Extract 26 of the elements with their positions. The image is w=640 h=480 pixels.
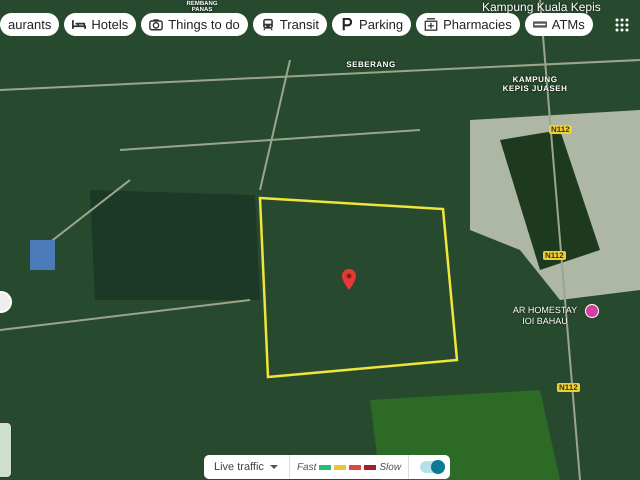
traffic-toggle[interactable] — [420, 461, 444, 473]
caret-icon — [270, 465, 278, 469]
grid-icon[interactable] — [615, 18, 629, 32]
road-shield: N112 — [549, 125, 572, 134]
camera-icon — [149, 18, 164, 31]
bed-icon — [72, 18, 86, 31]
category-chip[interactable]: aurants — [0, 13, 60, 36]
place-label: Kampung Kuala Kepis — [482, 0, 601, 14]
medical-cross-icon — [424, 18, 438, 31]
category-chip[interactable]: Transit — [252, 13, 328, 36]
category-chip[interactable]: Pharmacies — [416, 13, 520, 36]
parking-icon — [340, 18, 354, 31]
slow-label: Slow — [379, 462, 402, 472]
category-chip[interactable]: Parking — [332, 13, 412, 36]
area-label: SEBERANG — [345, 60, 397, 69]
poi-label[interactable]: AR HOMESTAY IOI BAHAU — [510, 305, 580, 327]
fast-label: Fast — [296, 462, 316, 472]
train-icon — [260, 18, 275, 31]
category-chip[interactable]: Things to do — [141, 13, 248, 36]
live-traffic-dropdown[interactable]: Live traffic — [210, 457, 282, 477]
category-chip[interactable]: Hotels — [64, 13, 136, 36]
road-shield: N112 — [543, 251, 566, 260]
category-chip[interactable]: ATMs — [524, 13, 593, 36]
location-pin-icon — [341, 268, 357, 292]
area-label: KAMPUNG KEPIS JUASEH — [502, 75, 568, 93]
road-shield: N112 — [557, 383, 580, 392]
